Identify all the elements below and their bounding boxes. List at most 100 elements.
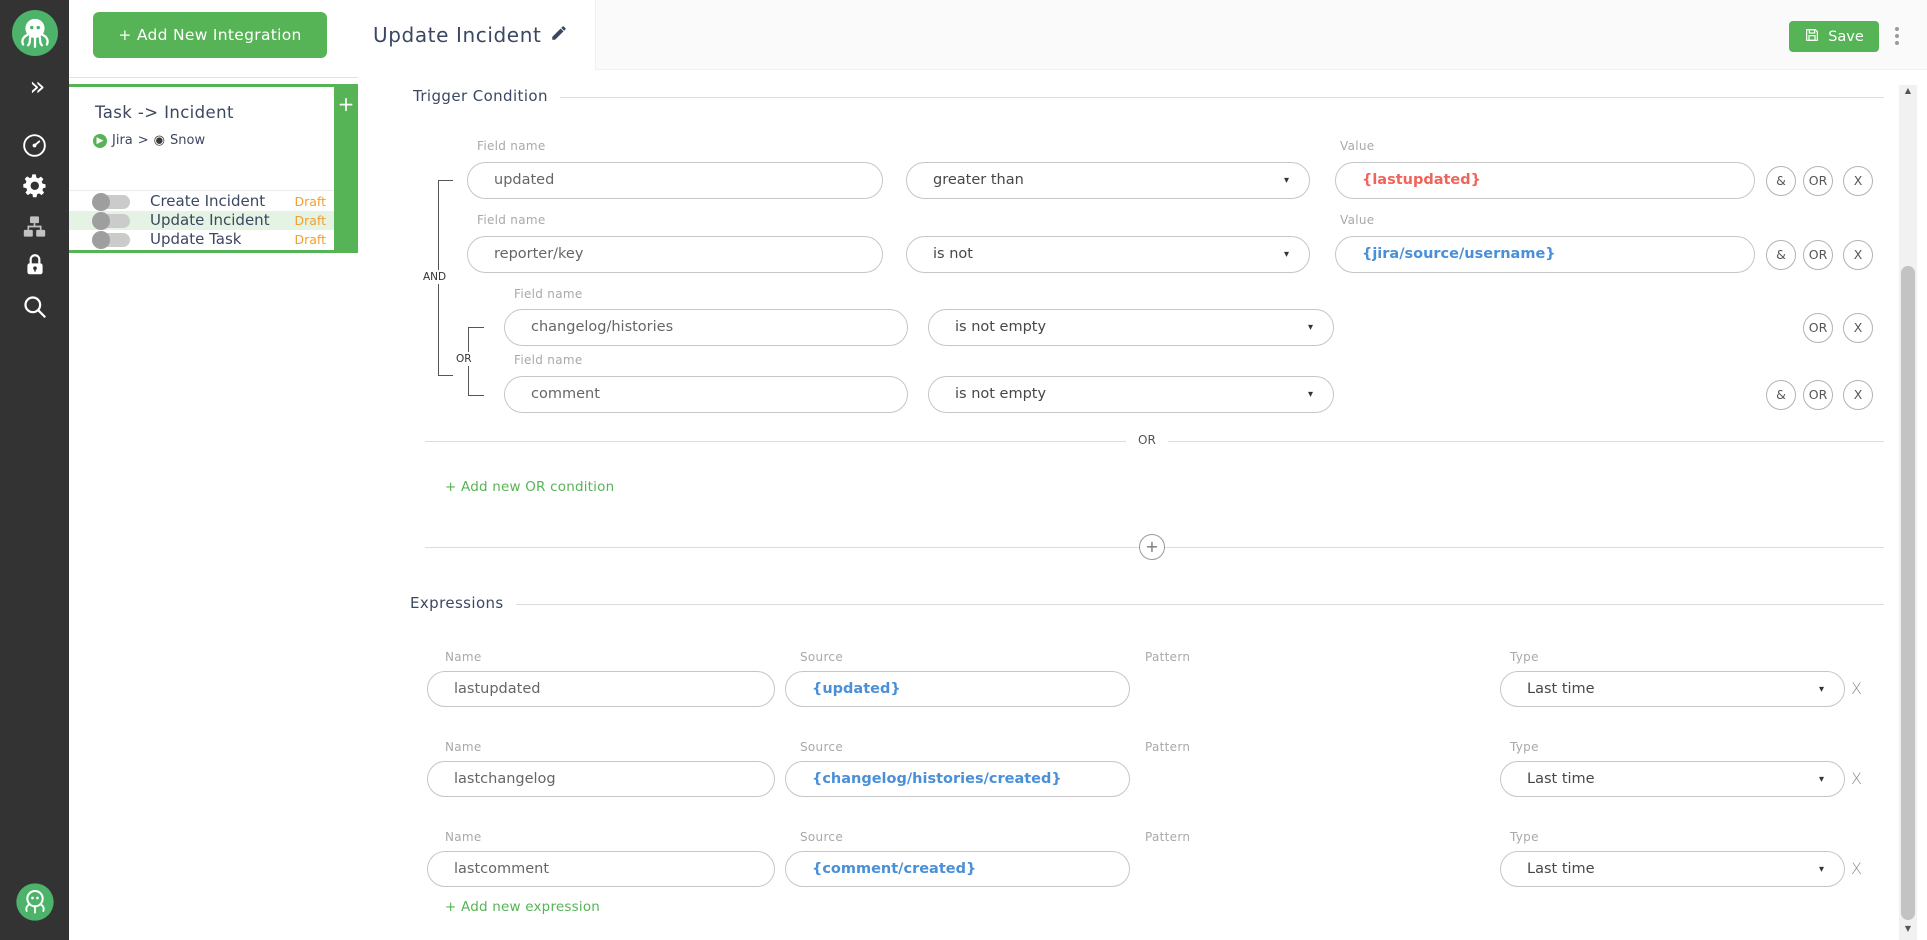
toggle-knob [92, 193, 110, 211]
source-token: {updated} [812, 681, 901, 697]
value-token: {lastupdated} [1362, 172, 1481, 188]
expression-source-input[interactable]: {changelog/histories/created} [785, 761, 1130, 797]
status-badge: Draft [294, 192, 326, 211]
operator-value: greater than [933, 172, 1024, 188]
expression-name-input[interactable]: lastchangelog [427, 761, 775, 797]
page-title: Update Incident [373, 23, 541, 47]
section-title: Trigger Condition [413, 87, 548, 105]
and-condition-button[interactable]: & [1766, 166, 1796, 196]
trigger-value-input[interactable]: {lastupdated} [1335, 162, 1755, 199]
toggle-knob [92, 212, 110, 230]
lock-icon [22, 263, 48, 282]
pattern-label: Pattern [1145, 740, 1190, 754]
type-value: Last time [1527, 771, 1595, 787]
source-label: Source [800, 740, 843, 754]
remove-expression-button[interactable]: X [1851, 859, 1862, 879]
remove-expression-button[interactable]: X [1851, 769, 1862, 789]
field-name-label: Field name [477, 213, 546, 227]
source-token: {changelog/histories/created} [812, 771, 1062, 787]
trigger-field-input[interactable]: comment [504, 376, 908, 413]
add-condition-group-button[interactable]: + [1139, 534, 1165, 560]
operator-value: is not [933, 246, 973, 262]
add-or-condition-link[interactable]: + Add new OR condition [445, 479, 614, 495]
add-new-integration-button[interactable]: + Add New Integration [93, 12, 327, 58]
trigger-field-input[interactable]: reporter/key [467, 236, 883, 273]
expression-source-input[interactable]: {comment/created} [785, 851, 1130, 887]
and-condition-button[interactable]: & [1766, 240, 1796, 270]
expression-type-select[interactable]: Last time ▾ [1500, 671, 1845, 707]
route-source-label: Jira [112, 133, 133, 148]
remove-condition-button[interactable]: X [1843, 313, 1873, 343]
integrations-nav-item[interactable] [0, 213, 69, 243]
search-icon [21, 305, 48, 324]
app-logo[interactable] [0, 10, 69, 60]
expression-name-input[interactable]: lastupdated [427, 671, 775, 707]
remove-expression-button[interactable]: X [1851, 679, 1862, 699]
or-condition-button[interactable]: OR [1803, 313, 1833, 343]
trigger-operator-select[interactable]: greater than ▾ [906, 162, 1310, 199]
edit-pencil-icon[interactable] [550, 24, 568, 46]
chevron-down-icon: ▾ [1819, 852, 1824, 887]
trigger-field-input[interactable]: changelog/histories [504, 309, 908, 346]
field-name-label: Field name [514, 353, 583, 367]
remove-condition-button[interactable]: X [1843, 380, 1873, 410]
status-badge: Draft [294, 230, 326, 249]
add-expression-link[interactable]: + Add new expression [445, 899, 600, 915]
expand-sidebar-button[interactable]: » [0, 72, 69, 102]
remove-condition-button[interactable]: X [1843, 240, 1873, 270]
or-condition-button[interactable]: OR [1803, 380, 1833, 410]
name-label: Name [445, 830, 482, 844]
operator-value: is not empty [955, 319, 1046, 335]
save-button[interactable]: Save [1789, 21, 1879, 52]
chevron-down-icon: ▾ [1308, 377, 1313, 412]
expressions-section-header: Expressions [410, 594, 1884, 612]
integration-route: ▶ Jira > ◉ Snow [93, 133, 205, 148]
trigger-operator-select[interactable]: is not empty ▾ [928, 309, 1334, 346]
value-label: Value [1340, 213, 1374, 227]
add-flow-strip-button[interactable]: + [334, 87, 358, 250]
chevron-down-icon: ▾ [1284, 163, 1289, 198]
expression-source-input[interactable]: {updated} [785, 671, 1130, 707]
type-label: Type [1510, 650, 1539, 664]
sitemap-icon [21, 225, 48, 244]
type-label: Type [1510, 830, 1539, 844]
and-condition-button[interactable]: & [1766, 380, 1796, 410]
scrollbar-up-arrow[interactable]: ▲ [1899, 86, 1917, 95]
trigger-field-input[interactable]: updated [467, 162, 883, 199]
flow-row-create-incident[interactable]: Create Incident Draft [69, 192, 334, 211]
save-icon [1804, 27, 1820, 47]
type-value: Last time [1527, 861, 1595, 877]
active-flow-tab[interactable]: Update Incident [358, 0, 596, 70]
section-title: Expressions [410, 594, 504, 612]
trigger-operator-select[interactable]: is not empty ▾ [928, 376, 1334, 413]
flow-row-update-incident[interactable]: Update Incident Draft [69, 211, 334, 230]
expression-type-select[interactable]: Last time ▾ [1500, 851, 1845, 887]
flow-toggle[interactable] [94, 233, 130, 247]
integration-group-panel[interactable]: + Task -> Incident ▶ Jira > ◉ Snow Creat… [69, 84, 358, 253]
status-badge: Draft [294, 211, 326, 230]
flow-row-update-task[interactable]: Update Task Draft [69, 230, 334, 249]
route-separator: > [138, 133, 149, 148]
or-condition-button[interactable]: OR [1803, 166, 1833, 196]
route-target-label: Snow [170, 133, 205, 148]
search-nav-item[interactable] [0, 293, 69, 323]
more-options-menu[interactable] [1892, 24, 1902, 48]
settings-nav-item[interactable] [0, 172, 69, 202]
flow-toggle[interactable] [94, 195, 130, 209]
trigger-operator-select[interactable]: is not ▾ [906, 236, 1310, 273]
remove-condition-button[interactable]: X [1843, 166, 1873, 196]
dashboard-nav-item[interactable] [0, 132, 69, 162]
security-nav-item[interactable] [0, 252, 69, 282]
main-header: Update Incident Save [358, 0, 1927, 70]
trigger-value-input[interactable]: {jira/source/username} [1335, 236, 1755, 273]
sidebar: + Add New Integration + Task -> Incident… [69, 0, 358, 940]
user-avatar[interactable] [0, 882, 69, 926]
source-token: {comment/created} [812, 861, 976, 877]
flow-toggle[interactable] [94, 214, 130, 228]
chevron-down-icon: ▾ [1284, 237, 1289, 272]
expression-name-input[interactable]: lastcomment [427, 851, 775, 887]
expression-type-select[interactable]: Last time ▾ [1500, 761, 1845, 797]
scrollbar-down-arrow[interactable]: ▼ [1899, 924, 1917, 933]
scrollbar-thumb[interactable] [1901, 266, 1915, 920]
or-condition-button[interactable]: OR [1803, 240, 1833, 270]
